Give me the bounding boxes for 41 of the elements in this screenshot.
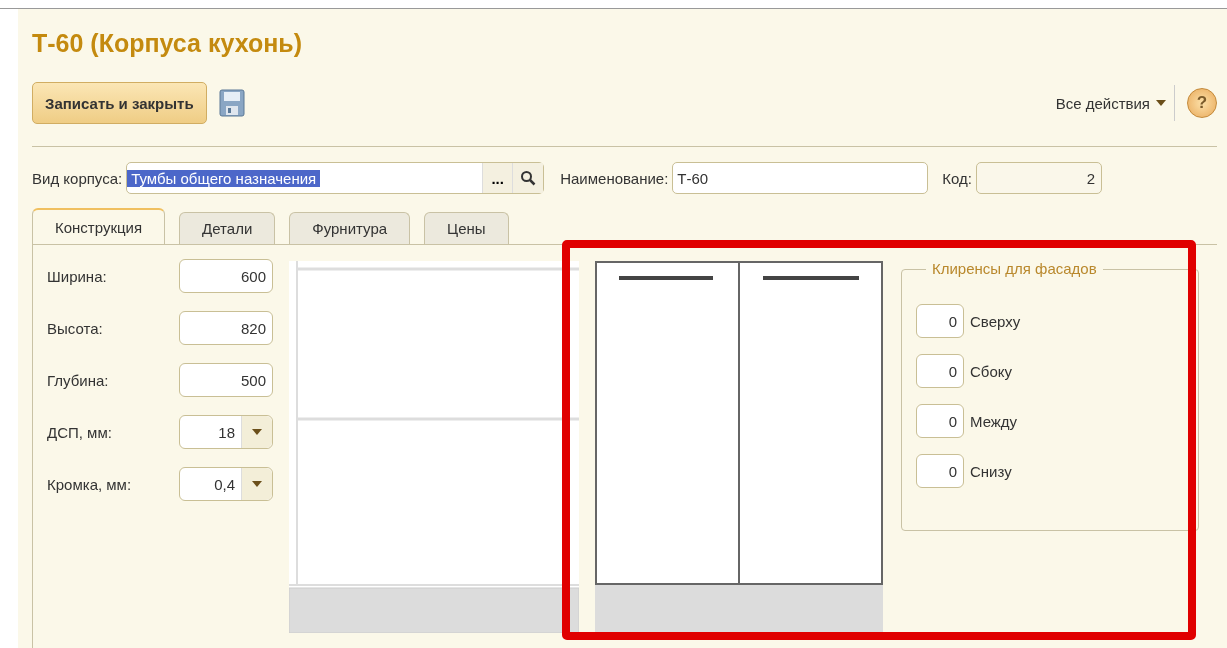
save-icon[interactable] — [218, 89, 245, 117]
caret-icon — [252, 429, 262, 435]
choice-button[interactable]: ... — [482, 163, 513, 193]
name-field[interactable]: Т-60 — [672, 162, 929, 194]
field-label: Ширина: — [47, 267, 108, 285]
field-label: Высота: — [47, 319, 104, 337]
field-label: Вид корпуса: — [32, 169, 123, 187]
dropdown-field[interactable]: 0,4 — [179, 467, 273, 501]
tab[interactable]: Конструкция — [32, 208, 166, 244]
field-label: Код: — [942, 169, 972, 187]
save-and-close-button[interactable]: Записать и закрыть — [32, 82, 207, 124]
number-field[interactable]: 0 — [916, 454, 964, 488]
number-field[interactable]: 0 — [916, 304, 964, 338]
field-label: Сверху — [970, 312, 1021, 330]
field-value: Т-60 — [676, 169, 710, 187]
number-field[interactable]: 0 — [916, 404, 964, 438]
number-field[interactable]: 820 — [179, 311, 273, 345]
caret-icon — [1156, 100, 1166, 106]
tab[interactable]: Цены — [424, 212, 509, 244]
body-type-field[interactable]: Тумбы общего назначения ... — [126, 162, 545, 194]
tab[interactable]: Фурнитура — [289, 212, 411, 244]
number-field[interactable]: 500 — [179, 363, 273, 397]
field-value: Тумбы общего назначения — [127, 169, 321, 187]
caret-icon — [252, 481, 262, 487]
field-label: Глубина: — [47, 371, 110, 389]
code-field[interactable]: 2 — [976, 162, 1102, 194]
field-label: ДСП, мм: — [47, 423, 113, 441]
field-label: Наименование: — [560, 169, 669, 187]
field-label: Снизу — [970, 462, 1012, 480]
group-title: Клиренсы для фасадов — [926, 260, 1103, 277]
search-icon[interactable] — [512, 163, 544, 193]
number-field[interactable]: 0 — [916, 354, 964, 388]
field-label: Кромка, мм: — [47, 475, 133, 493]
number-field[interactable]: 600 — [179, 259, 273, 293]
tab[interactable]: Детали — [179, 212, 276, 244]
help-button[interactable]: ? — [1187, 88, 1217, 118]
window-title: Т-60 (Корпуса кухонь) — [32, 29, 303, 59]
dropdown-field[interactable]: 18 — [179, 415, 273, 449]
field-label: Между — [970, 412, 1018, 430]
all-actions-menu[interactable]: Все действия — [1055, 85, 1175, 121]
field-label: Сбоку — [970, 362, 1012, 380]
